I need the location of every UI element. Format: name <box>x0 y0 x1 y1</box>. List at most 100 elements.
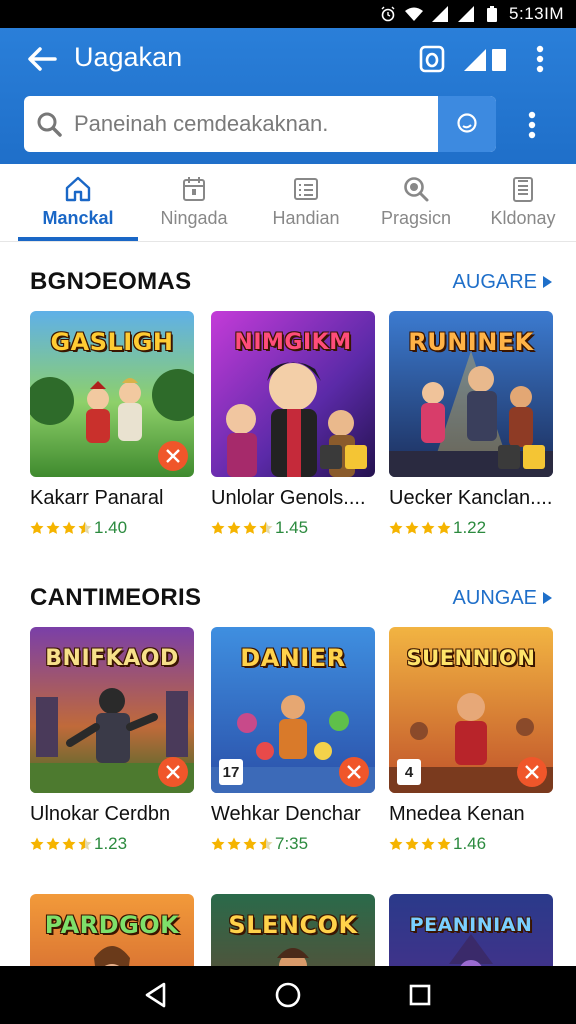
game-banner: SUENNION <box>406 646 536 670</box>
section-featured: BGNƆEOMAS AUGARE GASLIGH Kakarr Panaral <box>0 265 576 555</box>
tab-bar: Manckal Ningada Handian Pragsicn Kldonay <box>0 164 576 242</box>
game-thumbnail: RUNINEK <box>389 311 553 477</box>
section-header: BGNƆEOMAS AUGARE <box>30 265 552 299</box>
tab-label: Kldonay <box>490 208 556 228</box>
game-card[interactable]: NIMGIKM Unlolar Genols.... 1.45 <box>211 311 375 538</box>
back-button[interactable] <box>22 40 62 78</box>
tab-home[interactable]: Manckal <box>18 164 138 241</box>
star-icon <box>437 521 451 534</box>
close-icon <box>158 757 188 787</box>
star-icon <box>211 521 225 534</box>
star-icon <box>389 521 403 534</box>
game-banner: PARDGOK <box>44 911 180 939</box>
search-bar <box>24 96 496 152</box>
age-rating-badge: 17 <box>219 759 243 785</box>
rating: 1.45 <box>211 518 375 538</box>
search-icon <box>24 96 74 152</box>
see-more-link[interactable]: AUGARE <box>453 271 552 294</box>
game-banner: BNIFKAOD <box>45 645 179 671</box>
tab-list[interactable]: Handian <box>250 164 362 241</box>
more-vertical-icon <box>536 45 544 73</box>
game-banner: GASLIGH <box>50 328 174 356</box>
rating-value: 1.40 <box>94 518 128 537</box>
game-banner: PEANINIAN <box>409 914 533 936</box>
game-banner: NIMGIKM <box>234 329 352 355</box>
camera-icon <box>419 45 445 73</box>
document-icon <box>508 174 538 204</box>
overflow-menu-button[interactable] <box>520 40 560 78</box>
star-icon <box>227 521 241 534</box>
arrow-left-icon <box>28 47 57 71</box>
close-icon <box>339 757 369 787</box>
status-bar: 5:13IM <box>0 0 576 28</box>
game-banner: DANIER <box>240 644 346 672</box>
alarm-icon <box>379 6 397 22</box>
star-icon <box>46 521 60 534</box>
search-icon <box>401 174 431 204</box>
nav-home-button[interactable] <box>268 975 308 1015</box>
platform-icon <box>498 445 520 469</box>
search-input[interactable] <box>74 96 438 152</box>
game-thumbnail: BNIFKAOD <box>30 627 194 793</box>
game-banner: SLENCOK <box>228 911 358 939</box>
star-icon <box>405 521 419 534</box>
platform-badges <box>498 445 545 469</box>
status-time: 5:13IM <box>509 4 564 23</box>
camera-button[interactable] <box>412 40 452 78</box>
section-header: CANTIMEORIS AUNGAE <box>30 581 552 615</box>
rating-value: 1.22 <box>453 518 487 537</box>
rating: 1.40 <box>30 518 194 538</box>
game-card[interactable]: SUENNION 4 Mnedea Kenan 1.46 <box>389 627 553 854</box>
tab-calendar[interactable]: Ningada <box>138 164 250 241</box>
app-screen: 5:13IM Uagakan Paneinah cemdeakaknan. Ma… <box>0 0 576 1024</box>
game-card[interactable]: RUNINEK Uecker Kanclan.... 1.22 <box>389 311 553 538</box>
section-title: CANTIMEORIS <box>30 584 202 611</box>
list-icon <box>291 174 321 204</box>
star-icon <box>62 521 76 534</box>
calendar-icon <box>179 174 209 204</box>
game-thumbnail: GASLIGH <box>30 311 194 477</box>
signal-2-icon <box>457 6 475 22</box>
platform-badges <box>320 445 367 469</box>
close-icon <box>158 441 188 471</box>
star-icon <box>243 521 257 534</box>
wifi-icon <box>405 6 424 22</box>
section-more: PARDGOK SLENCOK PEANINIAN <box>0 848 576 1024</box>
game-thumbnail: DANIER 17 <box>211 627 375 793</box>
game-card[interactable]: DANIER 17 Wehkar Denchar 7:35 <box>211 627 375 854</box>
platform-icon <box>345 445 367 469</box>
tab-label: Handian <box>272 208 340 228</box>
square-recents-icon <box>409 984 431 1006</box>
game-title: Unlolar Genols.... <box>211 487 366 509</box>
tab-label: Ningada <box>160 208 228 228</box>
star-icon <box>30 521 44 534</box>
nav-recents-button[interactable] <box>400 975 440 1015</box>
tab-label: Pragsicn <box>380 208 452 228</box>
search-submit-button[interactable] <box>438 96 496 152</box>
search-options-button[interactable] <box>512 104 552 146</box>
game-title: Ulnokar Cerdbn <box>30 803 171 825</box>
chevron-right-icon <box>543 592 552 604</box>
tab-search[interactable]: Pragsicn <box>362 164 470 241</box>
signal-toggle-button[interactable] <box>462 40 510 78</box>
game-thumbnail: SUENNION 4 <box>389 627 553 793</box>
chat-bubble-icon <box>457 113 477 133</box>
age-rating-badge: 4 <box>397 759 421 785</box>
home-icon <box>63 174 93 204</box>
rating: 1.22 <box>389 518 553 538</box>
star-half-icon <box>78 521 92 534</box>
see-more-link[interactable]: AUNGAE <box>453 587 552 610</box>
game-card[interactable]: BNIFKAOD Ulnokar Cerdbn 1.23 <box>30 627 194 854</box>
game-thumbnail: NIMGIKM <box>211 311 375 477</box>
star-icon <box>421 521 435 534</box>
platform-icon <box>523 445 545 469</box>
game-banner: RUNINEK <box>408 328 534 356</box>
tab-document[interactable]: Kldonay <box>470 164 576 241</box>
battery-icon <box>483 6 501 22</box>
nav-back-button[interactable] <box>136 975 176 1015</box>
game-title: Mnedea Kenan <box>389 803 525 825</box>
app-bar: Uagakan <box>0 28 576 164</box>
circle-home-icon <box>275 982 301 1008</box>
game-card[interactable]: GASLIGH Kakarr Panaral 1.40 <box>30 311 194 538</box>
platform-icon <box>320 445 342 469</box>
